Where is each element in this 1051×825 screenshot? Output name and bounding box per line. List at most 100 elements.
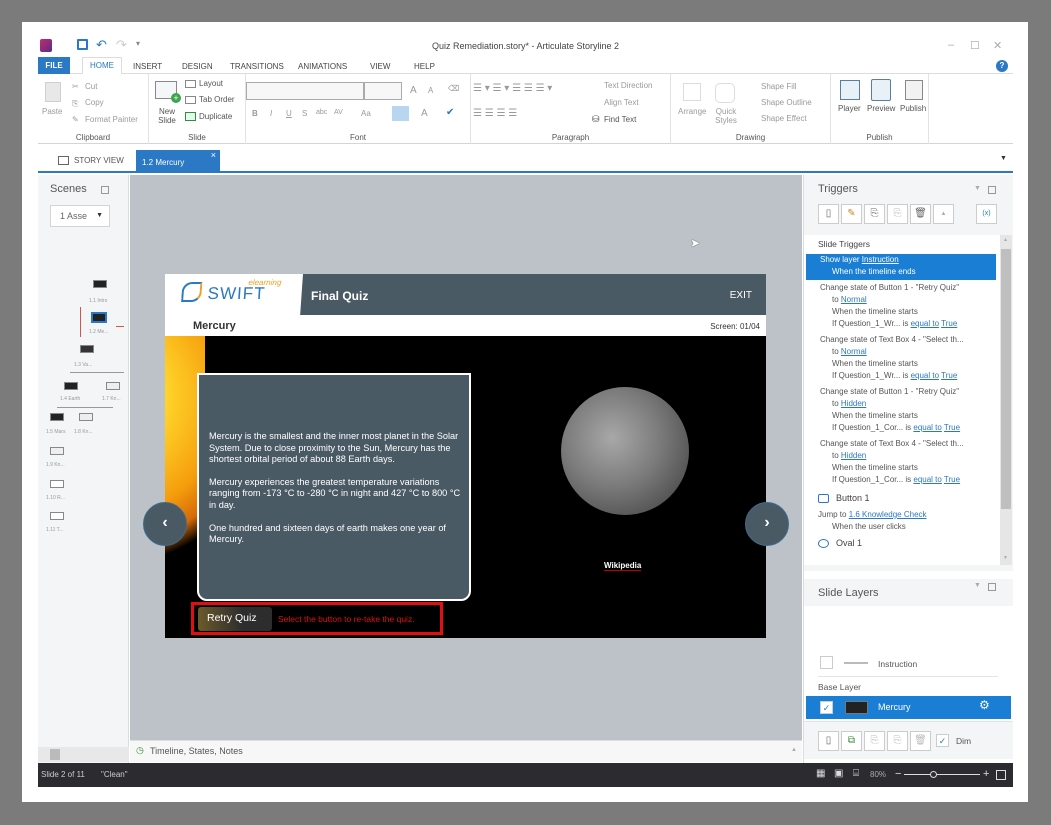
trigger-value-link[interactable]: True <box>944 475 960 484</box>
copy-layer-button[interactable]: ⎘ <box>864 731 885 751</box>
trigger-detail[interactable]: If Question_1_Cor... is equal to True <box>832 475 960 484</box>
trigger-value-link[interactable]: True <box>944 423 960 432</box>
shadow-button[interactable]: S <box>302 109 307 118</box>
trigger-detail[interactable]: to Normal <box>832 295 867 304</box>
edit-trigger-button[interactable]: ✎ <box>841 204 862 224</box>
normal-view-icon[interactable]: ▣ <box>834 768 843 779</box>
align-icons[interactable]: ☰ ☰ ☰ ☰ <box>473 108 517 119</box>
align-text-button[interactable]: Align Text <box>604 98 639 107</box>
slide-thumbnail[interactable] <box>50 480 64 488</box>
scroll-down-icon[interactable]: ▼ <box>1003 555 1008 561</box>
slide-thumbnail[interactable] <box>106 382 120 390</box>
tab-file[interactable]: FILE <box>38 57 70 74</box>
trigger-detail[interactable]: to Hidden <box>832 451 866 460</box>
tab-order-button[interactable]: Tab Order <box>199 95 235 104</box>
copy-button[interactable]: Copy <box>85 98 104 107</box>
zoom-out-button[interactable]: − <box>895 768 901 780</box>
gear-icon[interactable]: ⚙ <box>979 698 990 712</box>
retry-group-selection[interactable]: Retry Quiz Select the button to re-take … <box>191 602 443 635</box>
base-layer-row[interactable]: ✓ Mercury ⚙ <box>806 696 1011 719</box>
slide-thumbnail[interactable] <box>50 413 64 421</box>
tab-insert[interactable]: INSERT <box>133 62 162 71</box>
zoom-in-button[interactable]: + <box>983 768 989 780</box>
trigger-link[interactable]: Normal <box>841 347 867 356</box>
format-painter-button[interactable]: Format Painter <box>85 115 138 124</box>
trigger-detail[interactable]: to Normal <box>832 347 867 356</box>
new-trigger-button[interactable]: ▯ <box>818 204 839 224</box>
story-view-tab[interactable]: STORY VIEW <box>74 156 124 165</box>
slide-thumbnail[interactable] <box>93 280 107 288</box>
slide-thumbnail[interactable] <box>50 447 64 455</box>
cut-button[interactable]: Cut <box>85 82 97 91</box>
highlight-button[interactable] <box>392 106 409 121</box>
shape-effect-button[interactable]: Shape Effect <box>761 114 807 123</box>
paste-layer-button[interactable]: ⎘ <box>887 731 908 751</box>
maximize-button[interactable]: ☐ <box>970 39 980 52</box>
duplicate-button[interactable]: Duplicate <box>199 112 232 121</box>
bullets-icon[interactable]: ☰ ▾ ☰ ▾ ☰ ☰ ☰ ▾ <box>473 83 552 94</box>
trigger-link[interactable]: equal to <box>911 371 939 380</box>
quick-styles-button[interactable]: Quick Styles <box>712 107 740 125</box>
trigger-link[interactable]: equal to <box>913 423 941 432</box>
trigger-detail[interactable]: to Hidden <box>832 399 866 408</box>
float-panel-icon[interactable] <box>988 186 996 194</box>
underline-button[interactable]: U <box>286 109 292 118</box>
layout-button[interactable]: Layout <box>199 79 223 88</box>
tab-design[interactable]: DESIGN <box>182 62 213 71</box>
slide-tab-mercury[interactable]: 1.2 Mercury × <box>136 150 220 173</box>
trigger-detail[interactable]: When the timeline ends <box>832 267 916 276</box>
paste-trigger-button[interactable]: ⎘ <box>887 204 908 224</box>
shape-fill-button[interactable]: Shape Fill <box>761 82 797 91</box>
next-button[interactable]: › <box>745 502 789 546</box>
new-layer-button[interactable]: ▯ <box>818 731 839 751</box>
character-spacing-button[interactable]: AV <box>334 109 343 116</box>
button1-heading[interactable]: Button 1 <box>836 493 870 503</box>
float-panel-icon[interactable] <box>988 583 996 591</box>
text-direction-button[interactable]: Text Direction <box>604 81 652 90</box>
grow-font-button[interactable]: A <box>410 85 417 96</box>
strikethrough-button[interactable]: abc <box>316 109 327 116</box>
move-up-button[interactable]: ▲ <box>933 204 954 224</box>
expand-timeline-icon[interactable]: ▲ <box>791 747 797 753</box>
trigger-item[interactable]: Jump to 1.6 Knowledge Check <box>818 510 927 519</box>
trigger-detail[interactable]: If Question_1_Cor... is equal to True <box>832 423 960 432</box>
trigger-detail[interactable]: When the timeline starts <box>832 307 918 316</box>
slide-thumbnail[interactable] <box>50 512 64 520</box>
close-tab-icon[interactable]: × <box>211 150 216 160</box>
trigger-item[interactable]: Change state of Button 1 - "Retry Quiz" <box>820 387 959 396</box>
shrink-font-button[interactable]: A <box>428 86 433 95</box>
find-text-button[interactable]: Find Text <box>604 115 636 124</box>
font-color-button[interactable]: A <box>421 108 428 119</box>
tab-help[interactable]: HELP <box>414 62 435 71</box>
tabs-overflow-icon[interactable]: ▼ <box>1000 155 1007 162</box>
variables-button[interactable]: (x) <box>976 204 997 224</box>
trigger-detail[interactable]: When the timeline starts <box>832 411 918 420</box>
trigger-link[interactable]: Hidden <box>841 451 866 460</box>
copy-trigger-button[interactable]: ⎘ <box>864 204 885 224</box>
tab-animations[interactable]: ANIMATIONS <box>298 62 347 71</box>
trigger-link[interactable]: equal to <box>913 475 941 484</box>
scene-select[interactable]: 1 Asse ▼ <box>50 205 110 227</box>
player-button[interactable]: Player <box>838 104 861 113</box>
scenes-scrollbar[interactable] <box>38 747 129 762</box>
trigger-detail[interactable]: When the user clicks <box>832 522 906 531</box>
trigger-item[interactable]: Change state of Button 1 - "Retry Quiz" <box>820 283 959 292</box>
zoom-slider-thumb[interactable] <box>930 771 937 778</box>
trigger-link[interactable]: 1.6 Knowledge Check <box>849 510 927 519</box>
exit-button[interactable]: EXIT <box>730 290 752 301</box>
zoom-slider[interactable] <box>904 771 980 778</box>
help-icon[interactable]: ? <box>996 60 1008 72</box>
trigger-link[interactable]: Instruction <box>862 255 899 264</box>
trigger-item[interactable]: Change state of Text Box 4 - "Select th.… <box>820 335 964 344</box>
instruction-layer-checkbox[interactable] <box>820 656 833 669</box>
dim-checkbox[interactable]: ✓ <box>936 734 949 747</box>
close-button[interactable]: ✕ <box>993 39 1002 52</box>
zoom-level[interactable]: 80% <box>870 770 886 779</box>
slide-thumbnail-selected[interactable] <box>91 312 107 323</box>
trigger-link[interactable]: equal to <box>911 319 939 328</box>
minimize-button[interactable]: – <box>948 39 954 51</box>
tab-transitions[interactable]: TRANSITIONS <box>230 62 284 71</box>
trigger-detail[interactable]: When the timeline starts <box>832 463 918 472</box>
story-view-icon[interactable]: ▦ <box>816 768 825 779</box>
trigger-value-link[interactable]: True <box>941 319 957 328</box>
